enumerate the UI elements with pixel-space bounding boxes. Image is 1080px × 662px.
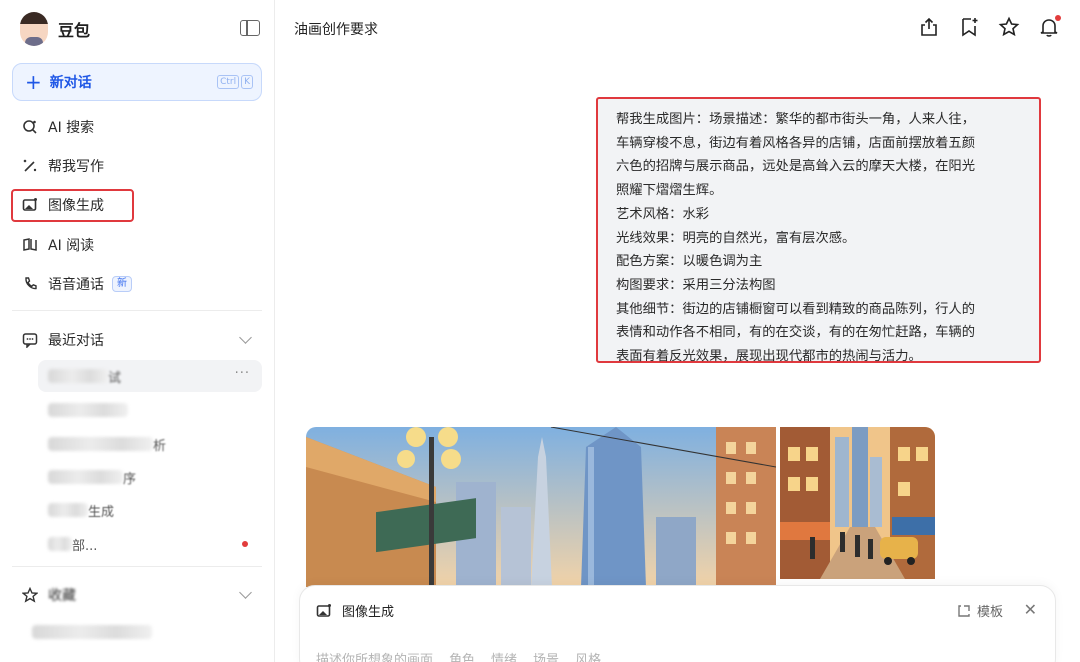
header-actions (918, 15, 1061, 38)
history-text: 析 (153, 438, 167, 454)
new-chat-button[interactable]: + 新对话 Ctrl K (12, 63, 262, 101)
nav-label: 帮我写作 (48, 159, 104, 175)
composer-mode: 图像生成 (316, 601, 394, 620)
nav-label: AI 阅读 (48, 238, 95, 254)
message-line: 其他细节：街边的店铺橱窗可以看到精致的商品陈列，行人的 (616, 301, 976, 317)
phone-icon (22, 276, 38, 292)
history-text: 部... (72, 538, 98, 554)
nav-voice-call[interactable]: 语音通话 新 (12, 268, 262, 300)
shortcut-hint: Ctrl K (217, 75, 253, 89)
blurred-text (48, 503, 88, 517)
history-text: 序 (123, 471, 137, 487)
divider (12, 310, 262, 311)
placeholder-chip[interactable]: 情绪 (491, 649, 517, 662)
notification-dot (1055, 15, 1061, 21)
brand[interactable]: 豆包 (20, 12, 90, 46)
nav-writing[interactable]: 帮我写作 (12, 150, 262, 182)
message-line: 光线效果：明亮的自然光，富有层次感。 (616, 230, 856, 246)
bookmark-add-icon[interactable] (958, 16, 980, 38)
template-button[interactable]: 模板 (957, 601, 1003, 620)
image-gen-icon (316, 603, 332, 619)
history-text: 生成 (88, 504, 115, 520)
chevron-down-icon[interactable] (239, 331, 252, 344)
conversation-title: 油画创作要求 (294, 22, 378, 38)
blurred-text (32, 625, 152, 639)
avatar (20, 12, 48, 46)
sidebar: 豆包 + 新对话 Ctrl K AI 搜索 帮我写作 图像生成 AI 阅读 语音… (0, 0, 275, 662)
message-line: 艺术风格：水彩 (616, 206, 710, 222)
blurred-text (48, 470, 123, 484)
placeholder-chip[interactable]: 风格 (575, 649, 601, 662)
blurred-text (48, 437, 153, 451)
nav-label: 语音通话 (48, 277, 104, 293)
message-line: 照耀下熠熠生辉。 (616, 183, 723, 199)
view-all-history[interactable]: 部... (38, 528, 262, 560)
reading-icon (22, 237, 38, 253)
message-line: 表面有着反光效果，展现出现代都市的热闹与活力。 (616, 349, 922, 365)
history-item[interactable]: 试 ··· (38, 360, 262, 392)
star-icon (22, 587, 38, 603)
star-icon[interactable] (998, 16, 1020, 38)
more-icon[interactable]: ··· (235, 366, 250, 381)
unread-dot (242, 541, 248, 547)
close-icon[interactable]: ✕ (1024, 600, 1037, 619)
chevron-down-icon[interactable] (239, 586, 252, 599)
placeholder-chip[interactable]: 场景 (533, 649, 559, 662)
nav-label: AI 搜索 (48, 120, 95, 136)
template-icon (957, 604, 971, 618)
composer: 图像生成 模板 ✕ 描述你所想象的画面 角色 情绪 场景 风格 (299, 585, 1056, 662)
favorites-title: 收藏 (48, 588, 76, 604)
history-item[interactable]: 生成 (38, 494, 262, 526)
new-chat-label: 新对话 (49, 75, 92, 91)
nav-image-generation[interactable]: 图像生成 (12, 189, 262, 221)
blurred-text (48, 369, 108, 383)
history-item[interactable] (38, 394, 262, 426)
nav-label: 图像生成 (48, 198, 104, 214)
chat-bubble-icon (22, 332, 38, 348)
notification-bell-icon[interactable] (1038, 15, 1061, 38)
sidebar-toggle-icon[interactable] (240, 20, 260, 36)
ai-search-icon (22, 119, 38, 135)
history-item[interactable]: 序 (38, 461, 262, 493)
generated-image-1[interactable] (306, 427, 776, 587)
message-line: 车辆穿梭不息，街边有着风格各异的店铺，店面前摆放着五颜 (616, 135, 976, 151)
placeholder-text: 描述你所想象的画面 (316, 653, 434, 662)
favorites-header[interactable]: 收藏 (12, 579, 262, 611)
prompt-input[interactable]: 描述你所想象的画面 角色 情绪 场景 风格 (316, 649, 601, 662)
history-item[interactable]: 析 (38, 428, 262, 460)
shortcut-key: Ctrl (217, 75, 240, 89)
history-text: 试 (108, 370, 122, 386)
blurred-text (48, 537, 72, 551)
template-label: 模板 (976, 605, 1003, 620)
new-badge: 新 (112, 276, 132, 292)
share-icon[interactable] (918, 16, 940, 38)
message-line: 六色的招牌与展示商品，远处是高耸入云的摩天大楼，在阳光 (616, 159, 976, 175)
image-gen-icon (22, 197, 38, 213)
recent-chats-title: 最近对话 (48, 333, 104, 349)
message-line: 帮我生成图片：场景描述：繁华的都市街头一角，人来人往， (616, 112, 976, 127)
placeholder-chip[interactable]: 角色 (449, 649, 475, 662)
divider (12, 566, 262, 567)
composer-mode-label: 图像生成 (342, 605, 395, 620)
message-line: 配色方案：以暖色调为主 (616, 254, 763, 270)
plus-icon: + (25, 70, 42, 94)
nav-ai-search[interactable]: AI 搜索 (12, 111, 262, 143)
message-line: 表情和动作各不相同，有的在交谈，有的在匆忙赶路，车辆的 (616, 325, 976, 341)
writing-icon (22, 158, 38, 174)
nav-ai-reading[interactable]: AI 阅读 (12, 229, 262, 261)
message-line: 构图要求：采用三分法构图 (616, 277, 776, 293)
user-message-bubble: 帮我生成图片：场景描述：繁华的都市街头一角，人来人往， 车辆穿梭不息，街边有着风… (596, 97, 1041, 364)
recent-chats-header[interactable]: 最近对话 (12, 324, 262, 356)
shortcut-key: K (241, 75, 253, 89)
favorite-item[interactable] (22, 616, 246, 648)
blurred-text (48, 403, 128, 417)
generated-image-2[interactable] (780, 427, 935, 579)
brand-name: 豆包 (58, 21, 91, 40)
